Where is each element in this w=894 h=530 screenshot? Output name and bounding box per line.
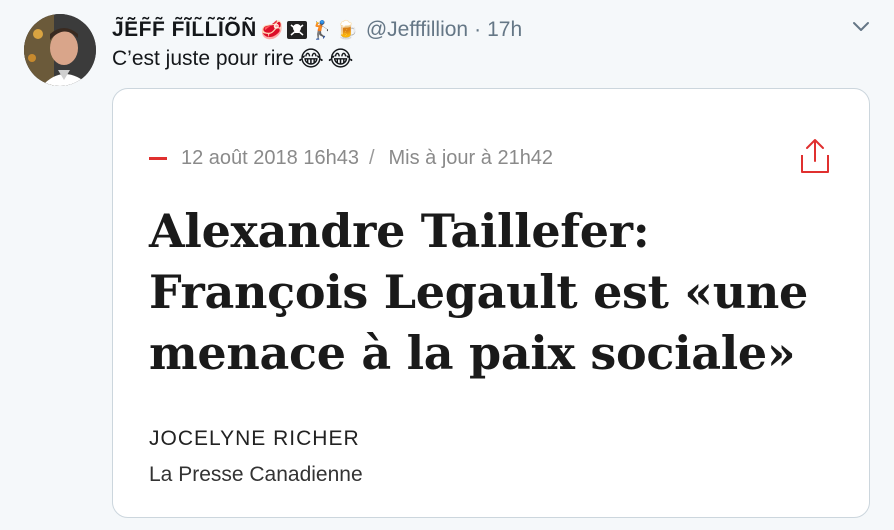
tweet-header: J̃ẼF̃F̃ F̃ĨL̃L̃ĨÕÑ 🥩 🏌 🍺 @Jefffillion · … — [112, 16, 522, 44]
pirate-flag-icon — [286, 19, 308, 41]
avatar-image — [24, 14, 96, 86]
tweet-text-body: C’est juste pour rire — [112, 47, 295, 70]
article-date: 12 août 2018 16h43 — [181, 147, 359, 169]
laughing-tears-icon: 😂 — [298, 46, 324, 71]
header-separator: · — [474, 18, 482, 41]
laughing-tears-icon: 😂 — [327, 46, 354, 71]
article-meta: 12 août 2018 16h43 / Mis à jour à 21h42 — [149, 147, 553, 170]
name-emojis: 🥩 🏌 🍺 — [261, 19, 358, 41]
article-agency: La Presse Canadienne — [149, 463, 363, 486]
tweet: J̃ẼF̃F̃ F̃ĨL̃L̃ĨÕÑ 🥩 🏌 🍺 @Jefffillion · … — [0, 0, 894, 530]
chevron-down-icon[interactable] — [848, 14, 874, 40]
article-updated: Mis à jour à 21h42 — [388, 147, 554, 169]
golfer-icon: 🏌 — [310, 19, 334, 40]
tweet-timestamp[interactable]: 17h — [487, 18, 522, 42]
article-headline[interactable]: Alexandre Taillefer: François Legault es… — [149, 201, 849, 384]
link-preview-card[interactable]: 12 août 2018 16h43 / Mis à jour à 21h42 … — [112, 88, 870, 518]
beer-icon: 🍺 — [335, 19, 359, 40]
share-icon[interactable] — [795, 137, 835, 177]
user-handle[interactable]: @Jefffillion — [366, 18, 468, 42]
meta-separator: / — [368, 147, 375, 169]
red-accent-bar — [149, 157, 167, 160]
article-author: JOCELYNE RICHER — [149, 427, 360, 450]
display-name[interactable]: J̃ẼF̃F̃ F̃ĨL̃L̃ĨÕÑ — [112, 18, 257, 42]
avatar[interactable] — [24, 14, 96, 86]
tweet-text: C’est juste pour rire 😂 😂 — [112, 46, 354, 72]
steak-icon: 🥩 — [260, 19, 284, 40]
